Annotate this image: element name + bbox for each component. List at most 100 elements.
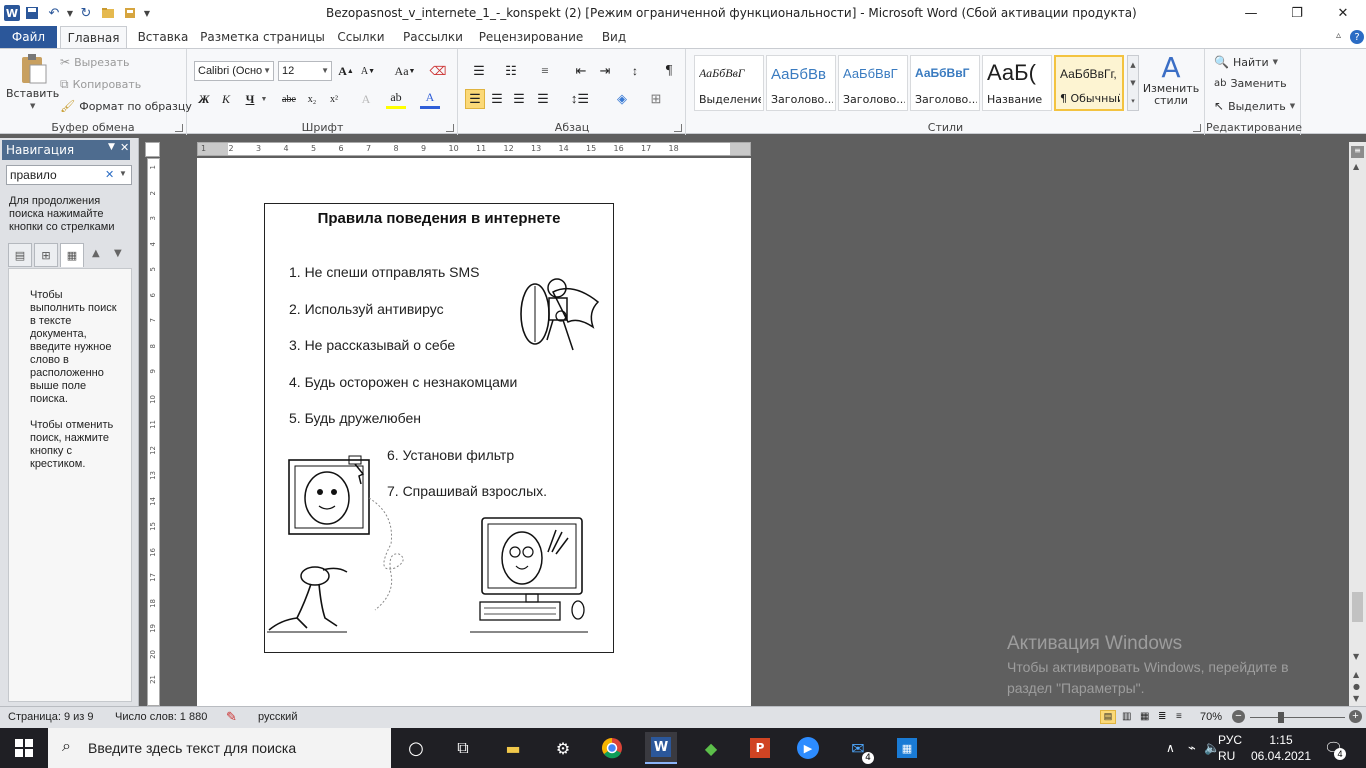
language-switcher[interactable]: РУС RU — [1218, 728, 1242, 768]
superscript-icon[interactable]: x² — [324, 89, 344, 109]
decrease-indent-icon[interactable]: ⇤ — [571, 61, 591, 81]
find-dropdown-icon[interactable]: ▼ — [1273, 58, 1278, 66]
scroll-up-icon[interactable]: ▲ — [1353, 162, 1359, 171]
language-indicator[interactable]: русский — [258, 711, 297, 723]
start-button[interactable] — [0, 728, 48, 768]
web-layout-icon[interactable]: ▦ — [1140, 711, 1149, 722]
control-panel-icon[interactable]: ▦ — [891, 732, 923, 764]
full-screen-reading-icon[interactable]: ▥ — [1122, 711, 1131, 722]
chrome-icon[interactable] — [596, 732, 628, 764]
vertical-ruler[interactable]: 1 2 3 4 5 6 7 8 9 10 11 12 13 14 15 16 17 18 19 20 21 — [147, 158, 160, 706]
increase-indent-icon[interactable]: ⇥ — [595, 61, 615, 81]
styles-gallery-scroll[interactable]: ▲ ▼ ▾ — [1127, 55, 1139, 111]
network-icon[interactable]: ⌁ — [1188, 728, 1196, 768]
task-view-icon[interactable]: ⧉ — [447, 732, 479, 764]
replace-button[interactable]: ab Заменить — [1214, 77, 1287, 90]
style-normal[interactable]: АаБбВвГг, ¶ Обычный — [1054, 55, 1124, 111]
open-icon[interactable] — [98, 3, 118, 23]
cut-button[interactable]: ✂ Вырезать — [60, 55, 130, 69]
tab-references[interactable]: Ссылки — [333, 26, 389, 48]
zoom-out-icon[interactable]: − — [1232, 710, 1245, 723]
clipboard-launcher-icon[interactable] — [175, 124, 183, 132]
font-size-combo[interactable]: 12 ▼ — [278, 61, 332, 81]
browse-object-icon[interactable]: ● — [1353, 682, 1360, 691]
pages-view-icon[interactable]: ⊞ — [34, 243, 58, 267]
style-title[interactable]: АаБ( Название — [982, 55, 1052, 111]
borders-icon[interactable]: ⊞ — [643, 89, 669, 109]
select-dropdown-icon[interactable]: ▼ — [1290, 102, 1295, 110]
search-options-dropdown-icon[interactable]: ▼ — [119, 169, 127, 178]
word-taskbar-icon[interactable]: W — [645, 732, 677, 764]
zoom-slider-thumb[interactable] — [1278, 712, 1284, 723]
rule-item[interactable]: 6. Установи фильтр — [387, 447, 514, 463]
document-page[interactable]: Правила поведения в интернете 1. Не спеш… — [197, 158, 751, 706]
mail-icon[interactable]: ✉ 4 — [842, 732, 874, 764]
draft-view-icon[interactable]: ≡ — [1176, 711, 1182, 722]
styles-launcher-icon[interactable] — [1193, 124, 1201, 132]
style-emphasis[interactable]: АаБбВвГ Выделение — [694, 55, 764, 111]
settings-gear-icon[interactable]: ⚙ — [547, 732, 579, 764]
tab-file[interactable]: Файл — [0, 26, 57, 48]
bold-icon[interactable]: Ж — [194, 89, 214, 109]
line-spacing-icon[interactable]: ↕☰ — [567, 89, 593, 109]
headings-view-icon[interactable]: ▤ — [8, 243, 32, 267]
undo-icon[interactable]: ↶ — [44, 3, 64, 23]
spelling-check-icon[interactable]: ✎ — [226, 709, 237, 725]
scroll-down-icon[interactable]: ▼ — [1353, 652, 1359, 661]
tab-mailings[interactable]: Рассылки — [398, 26, 468, 48]
clear-search-icon[interactable]: ✕ — [105, 168, 114, 181]
minimize-button[interactable]: — — [1228, 0, 1274, 26]
superhero-picture[interactable] — [513, 272, 603, 354]
grow-font-icon[interactable]: A ▲ — [336, 61, 356, 81]
ruler-toggle-icon[interactable]: ≡ — [1351, 146, 1364, 158]
find-button[interactable]: 🔍 Найти ▼ — [1214, 55, 1278, 69]
redo-icon[interactable]: ↻ — [76, 3, 96, 23]
help-icon[interactable]: ? — [1350, 30, 1364, 44]
quick-print-icon[interactable] — [120, 3, 140, 23]
paste-dropdown-icon[interactable]: ▼ — [30, 102, 35, 110]
clock[interactable]: 1:15 06.04.2021 — [1251, 728, 1311, 768]
change-styles-button[interactable]: A Изменить стили — [1141, 53, 1201, 107]
text-effects-icon[interactable]: A — [356, 89, 376, 109]
tab-selector[interactable] — [145, 142, 160, 157]
change-case-icon[interactable]: Aa ▼ — [392, 61, 418, 81]
align-left-icon[interactable]: ☰ — [465, 89, 485, 109]
underline-dropdown-icon[interactable]: ▼ — [254, 89, 274, 109]
dog-picture[interactable] — [267, 562, 353, 636]
results-view-icon[interactable]: ▦ — [60, 243, 84, 267]
navigation-menu-icon[interactable]: ▼ — [108, 142, 115, 152]
scroll-thumb[interactable] — [1352, 592, 1363, 622]
zoom-slider-track[interactable] — [1250, 717, 1345, 718]
customize-toolbar-icon[interactable]: ▼ — [142, 3, 152, 23]
print-layout-view-icon[interactable]: ▤ — [1100, 710, 1116, 724]
paste-button[interactable]: Вставить ▼ — [6, 53, 59, 110]
align-center-icon[interactable]: ☰ — [487, 89, 507, 109]
tab-view[interactable]: Вид — [594, 26, 634, 48]
highlight-icon[interactable]: ab — [386, 89, 406, 109]
style-heading-2[interactable]: АаБбВвГ Заголово... — [838, 55, 908, 111]
font-launcher-icon[interactable] — [446, 124, 454, 132]
bullets-icon[interactable]: ☰ — [465, 61, 493, 81]
taskbar-search-box[interactable]: ⌕ Введите здесь текст для поиска — [48, 728, 391, 768]
notifications-icon[interactable]: 🗨 4 — [1324, 728, 1346, 768]
italic-icon[interactable]: К — [216, 89, 236, 109]
cortana-icon[interactable]: ○ — [400, 732, 432, 764]
format-painter-button[interactable]: 🖌 Формат по образцу — [60, 99, 192, 113]
next-result-icon[interactable]: ▼ — [114, 248, 122, 259]
align-right-icon[interactable]: ☰ — [509, 89, 529, 109]
numbering-icon[interactable]: ☷ — [497, 61, 525, 81]
paragraph-launcher-icon[interactable] — [674, 124, 682, 132]
rule-item[interactable]: 5. Будь дружелюбен — [289, 410, 421, 426]
zoom-in-icon[interactable]: + — [1349, 710, 1362, 723]
ribbon-collapse-icon[interactable]: ▵ — [1336, 30, 1341, 41]
shrink-font-icon[interactable]: A ▼ — [358, 61, 378, 81]
sims-icon[interactable]: ◆ — [695, 732, 727, 764]
computer-character-picture[interactable] — [470, 516, 592, 638]
tab-home[interactable]: Главная — [60, 26, 127, 48]
tab-page-layout[interactable]: Разметка страницы — [200, 26, 325, 48]
rule-item[interactable]: 2. Используй антивирус — [289, 301, 444, 317]
zoom-level[interactable]: 70% — [1200, 711, 1222, 723]
previous-page-icon[interactable]: ▲ — [1353, 670, 1359, 679]
outline-view-icon[interactable]: ≣ — [1158, 711, 1166, 722]
select-button[interactable]: ↖ Выделить ▼ — [1214, 99, 1295, 113]
